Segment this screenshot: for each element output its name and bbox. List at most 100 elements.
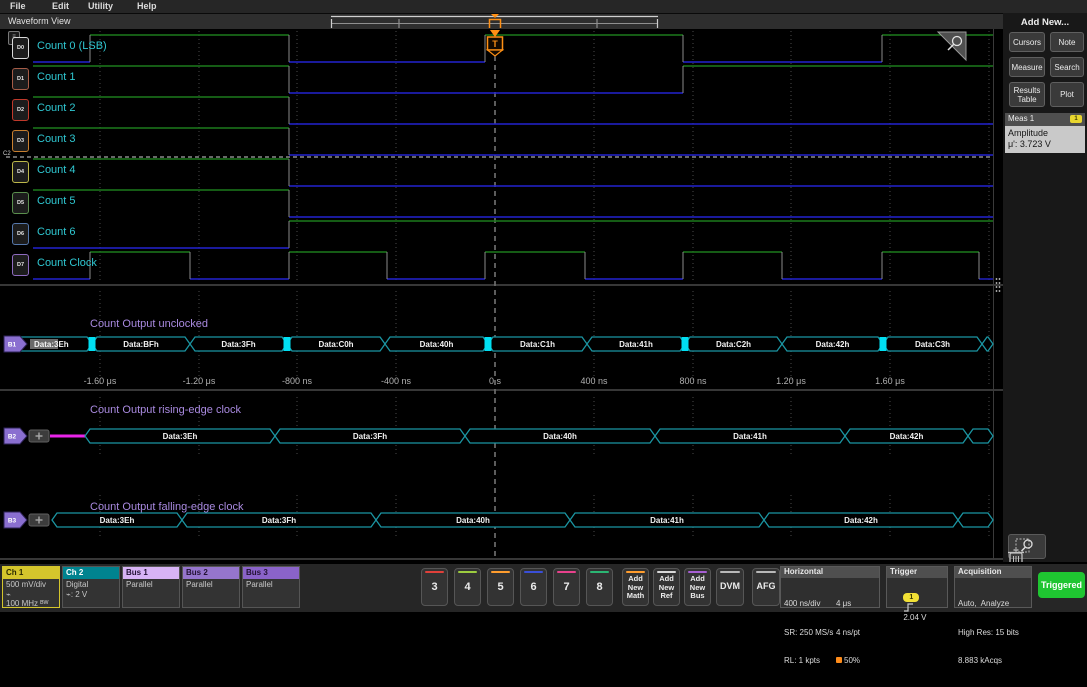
meas1-source-chip: 1 [1070,115,1082,123]
digital-trace-d0 [33,35,993,62]
meas1-type: Amplitude [1008,128,1082,139]
svg-text:B2: B2 [8,434,17,441]
digital-badge-d5[interactable]: D5 [12,192,29,214]
svg-text:Data:C0h: Data:C0h [318,340,353,349]
digital-badge-d4[interactable]: D4 [12,161,29,183]
bus-title-b1: Count Output unclocked [90,318,208,330]
svg-text:Data:3Eh: Data:3Eh [34,340,69,349]
acq-resolution: High Res: 15 bits [958,628,1028,638]
horizontal-panel[interactable]: Horizontal 400 ns/div4 μs SR: 250 MS/s4 … [780,566,880,608]
digital-trace-d2 [33,97,993,124]
digital-label-d4[interactable]: Count 4 [37,164,76,176]
channel2-position-marker[interactable]: C2 [3,151,11,157]
sidebar-button-results-table[interactable]: Results Table [1009,82,1045,107]
sidebar-button-cursors[interactable]: Cursors [1009,32,1045,52]
bus-add-button-b2[interactable] [29,430,49,442]
digital-badge-d6[interactable]: D6 [12,223,29,245]
channel-button-5[interactable]: 5 [487,568,514,606]
svg-text:Data:3Fh: Data:3Fh [262,516,296,525]
time-axis-label-7: 1.20 μs [776,376,806,386]
addnew-button-add-new-math[interactable]: Add New Math [622,568,649,606]
sidebar-button-measure[interactable]: Measure [1009,57,1045,77]
sidebar-button-plot[interactable]: Plot [1050,82,1084,107]
time-axis-label-8: 1.60 μs [875,376,905,386]
bus-title-b3: Count Output falling-edge clock [90,501,243,513]
channel-badge-ch-2[interactable]: Ch 2Digital⌁: 2 V [62,566,120,608]
svg-text:Data:40h: Data:40h [456,516,490,525]
dvm-button[interactable]: DVM [716,568,744,606]
acquisition-panel[interactable]: Acquisition Auto, Analyze High Res: 15 b… [954,566,1032,608]
channel-button-3[interactable]: 3 [421,568,448,606]
bus-add-button-b3[interactable] [29,514,49,526]
afg-button[interactable]: AFG [752,568,780,606]
svg-text:B3: B3 [8,518,17,525]
digital-badge-d3[interactable]: D3 [12,130,29,152]
channel-button-7[interactable]: 7 [553,568,580,606]
tab-bar: Waveform View [0,14,1003,29]
digital-label-d5[interactable]: Count 5 [37,195,76,207]
digital-label-d1[interactable]: Count 1 [37,71,76,83]
svg-text:Data:42h: Data:42h [890,432,924,441]
digital-trace-d3 [33,128,993,155]
right-sidebar: Add New... CursorsNoteMeasureSearchResul… [1003,13,1087,562]
digital-trace-d5 [33,190,993,217]
menu-item-help[interactable]: Help [137,1,157,11]
trigger-level: 2.04 V [903,613,926,622]
svg-text:Data:3Eh: Data:3Eh [100,516,135,525]
digital-trace-d1 [33,66,993,93]
menu-item-edit[interactable]: Edit [52,1,69,11]
channel-badge-bus-1[interactable]: Bus 1Parallel [122,566,180,608]
svg-text:B1: B1 [8,342,17,349]
svg-text:Data:3Eh: Data:3Eh [163,432,198,441]
sidebar-button-search[interactable]: Search [1050,57,1084,77]
digital-label-d3[interactable]: Count 3 [37,133,76,145]
zoom-overview-ruler[interactable] [0,14,1003,29]
channel-badge-bus-3[interactable]: Bus 3Parallel [242,566,300,608]
digital-badge-d1[interactable]: D1 [12,68,29,90]
digital-label-d0[interactable]: Count 0 (LSB) [37,40,107,52]
digital-badge-d0[interactable]: D0 [12,37,29,59]
meas1-title: Meas 1 [1008,114,1034,123]
digital-label-d2[interactable]: Count 2 [37,102,76,114]
digital-trace-d4 [33,159,993,186]
sidebar-button-note[interactable]: Note [1050,32,1084,52]
meas1-badge[interactable]: Meas 1 1 Amplitude μ': 3.723 V [1005,113,1085,153]
meas1-value: μ': 3.723 V [1008,139,1082,150]
trigger-status-badge: Triggered [1038,572,1085,598]
channel-button-4[interactable]: 4 [454,568,481,606]
bus-badge-b3[interactable]: B3 [4,512,27,528]
menu-item-utility[interactable]: Utility [88,1,113,11]
bus-badge-b2[interactable]: B2 [4,428,27,444]
add-new-header: Add New... [1003,17,1087,28]
trigger-panel[interactable]: Trigger 1 2.04 V [886,566,948,608]
addnew-button-add-new-ref[interactable]: Add New Ref [653,568,680,606]
bus-trace-b2: Data:3EhData:3FhData:40hData:41hData:42h [50,429,993,443]
svg-text:Data:3Fh: Data:3Fh [353,432,387,441]
time-axis-label-0: -1.60 μs [84,376,117,386]
channel-button-6[interactable]: 6 [520,568,547,606]
time-axis-label-1: -1.20 μs [183,376,216,386]
menu-item-file[interactable]: File [10,1,26,11]
bus-trace-b3: Data:3EhData:3FhData:40hData:41hData:42h [52,513,993,527]
zoom-corner-handle[interactable] [938,32,966,60]
waveform-canvas: Data:3Eh Data:BFh Data:3Fh Data:C0h Data:40h… [0,29,1003,560]
digital-label-d7[interactable]: Count Clock [37,257,97,269]
svg-text:Data:41h: Data:41h [650,516,684,525]
digital-label-d6[interactable]: Count 6 [37,226,76,238]
svg-text:Data:42h: Data:42h [816,340,850,349]
svg-text:Data:3Fh: Data:3Fh [221,340,255,349]
channel-button-8[interactable]: 8 [586,568,613,606]
digital-badge-d7[interactable]: D7 [12,254,29,276]
svg-text:Data:41h: Data:41h [619,340,653,349]
digital-badge-d2[interactable]: D2 [12,99,29,121]
bus-title-b2: Count Output rising-edge clock [90,404,241,416]
trigger-position-flag[interactable]: T [488,30,503,56]
svg-text:Data:BFh: Data:BFh [123,340,159,349]
svg-text:Data:C1h: Data:C1h [520,340,555,349]
channel-badge-ch-1[interactable]: Ch 1500 mV/div⌁100 MHz ᴮᵂ [2,566,60,608]
channel-badge-bus-2[interactable]: Bus 2Parallel [182,566,240,608]
rising-edge-icon [903,602,914,613]
horizontal-title: Horizontal [781,567,879,578]
digital-trace-d7 [33,252,993,279]
addnew-button-add-new-bus[interactable]: Add New Bus [684,568,711,606]
